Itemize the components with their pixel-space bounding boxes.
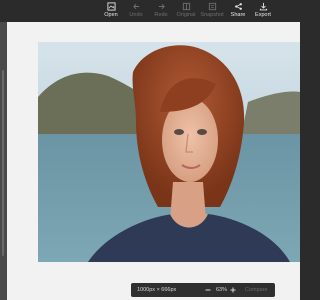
- original-label: Original: [176, 12, 196, 18]
- zoom-out-icon[interactable]: [204, 286, 212, 294]
- snapshot-label: Snapshot: [200, 12, 224, 18]
- snapshot-button[interactable]: Snapshot: [198, 2, 226, 20]
- zoom-level: 63%: [216, 287, 228, 293]
- undo-button[interactable]: Undo: [122, 2, 150, 20]
- original-button[interactable]: Original: [172, 2, 200, 20]
- edited-photo[interactable]: [38, 42, 300, 262]
- arrow-right-icon: [158, 3, 165, 10]
- zoom-in-icon[interactable]: [229, 286, 237, 294]
- split-icon: [182, 2, 190, 11]
- open-button[interactable]: Open: [97, 2, 125, 20]
- export-label: Export: [255, 12, 271, 18]
- image-dimensions: 1000px × 666px: [137, 287, 177, 293]
- download-icon: [259, 2, 267, 11]
- redo-label: Redo: [154, 12, 168, 18]
- image-info-bar: 1000px × 666px 63% Compare: [131, 283, 275, 297]
- export-button[interactable]: Export: [249, 2, 277, 20]
- resize-handle[interactable]: [2, 70, 4, 256]
- share-label: Share: [230, 12, 246, 18]
- image-icon: [106, 2, 116, 11]
- portrait-photo-image: [38, 42, 300, 262]
- top-toolbar: Open Undo Redo Original Snapshot Share E…: [0, 0, 300, 22]
- compare-button[interactable]: Compare: [245, 287, 268, 293]
- undo-label: Undo: [129, 12, 143, 18]
- arrow-left-icon: [132, 3, 139, 10]
- left-panel-strip: [0, 22, 7, 300]
- open-label: Open: [104, 12, 118, 18]
- share-icon: [234, 3, 242, 10]
- snapshot-icon: [208, 2, 216, 11]
- share-button[interactable]: Share: [224, 2, 252, 20]
- redo-button[interactable]: Redo: [147, 2, 175, 20]
